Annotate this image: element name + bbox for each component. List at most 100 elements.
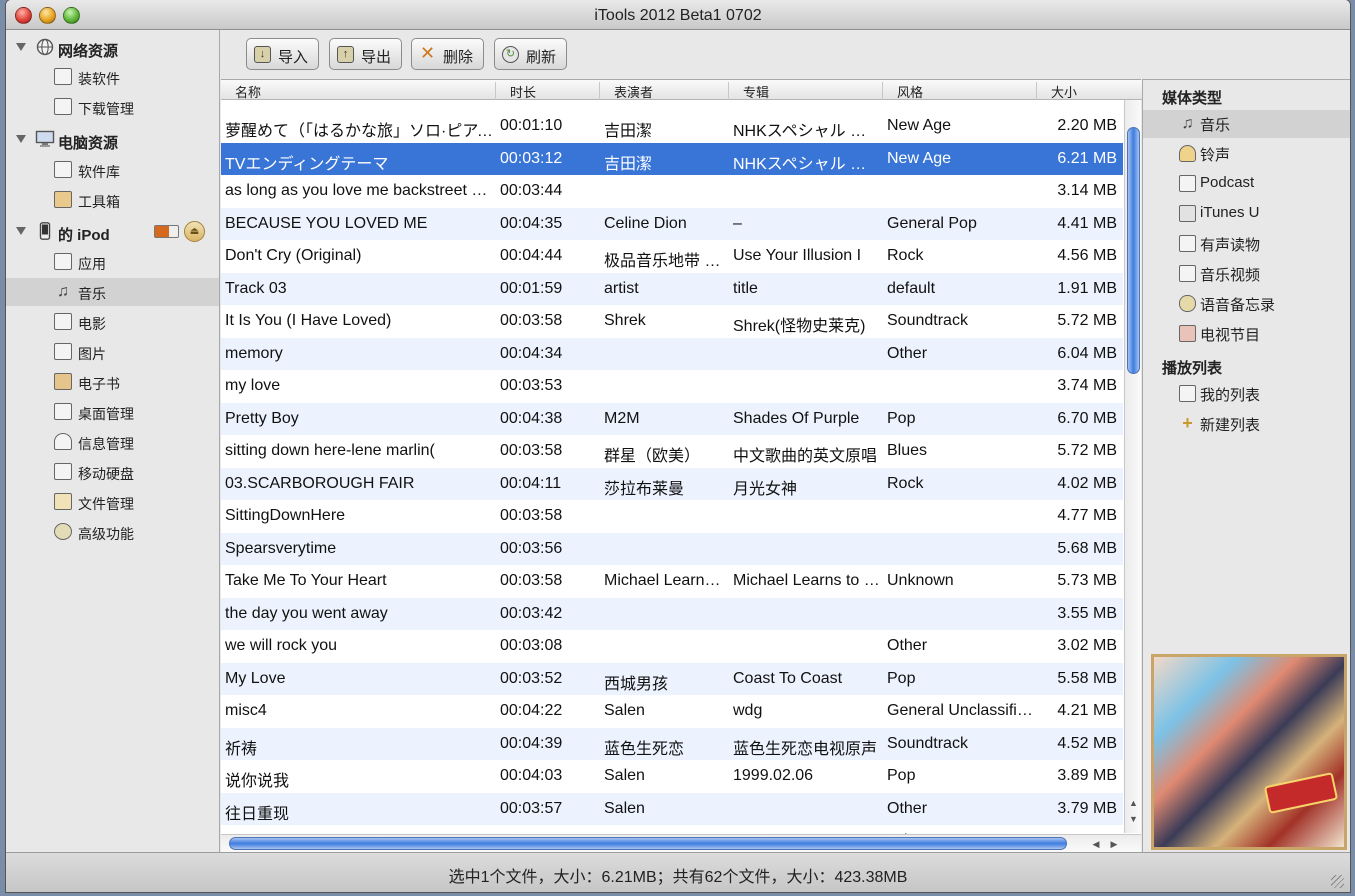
delete-button[interactable]: ✕ 删除 [411, 38, 484, 70]
media-type-voice-memos[interactable]: 语音备忘录 [1143, 290, 1350, 318]
table-row[interactable]: we will rock you 00:03:08 Other 3.02 MB [221, 630, 1123, 663]
table-row[interactable]: Pretty Boy 00:04:38 M2M Shades Of Purple Pop… [221, 402, 1123, 435]
media-type-audiobooks[interactable]: 有声读物 [1143, 230, 1350, 258]
scroll-right-arrow-icon[interactable]: ▶ [1107, 837, 1121, 851]
cell-duration: 00:01:10 [500, 117, 563, 134]
playlist-my-list[interactable]: 我的列表 [1143, 380, 1350, 408]
table-row[interactable]: 往日重现 00:03:57 Salen Other 3.79 MB [221, 792, 1123, 825]
scroll-left-arrow-icon[interactable]: ◀ [1089, 837, 1103, 851]
cell-album: – [733, 214, 742, 232]
media-type-podcast[interactable]: Podcast [1143, 170, 1350, 198]
disclosure-triangle-icon[interactable] [16, 227, 26, 235]
sidebar-item-download-manager[interactable]: 下载管理 [6, 93, 219, 121]
column-header-artist[interactable]: 表演者 [600, 82, 729, 100]
table-row[interactable]: BECAUSE YOU LOVED ME 00:04:35 Celine Dion –… [221, 207, 1123, 240]
disclosure-triangle-icon[interactable] [16, 43, 26, 51]
cell-size: 5.72 MB [1057, 442, 1117, 459]
column-header-duration[interactable]: 时长 [496, 82, 600, 100]
eject-icon[interactable]: ⏏ [184, 221, 205, 242]
cell-genre: New Age [887, 117, 952, 134]
table-row[interactable]: my love 00:03:53 3.74 MB [221, 370, 1123, 403]
export-button[interactable]: ↑ 导出 [329, 38, 402, 70]
cell-genre: Pop [887, 767, 916, 784]
import-button[interactable]: ↓ 导入 [246, 38, 319, 70]
cell-album: NHKスペシャル 大黄河 [733, 123, 881, 140]
table-row[interactable]: Don't Cry (Original) 00:04:44 极品音乐地带 枪炮与玫瑰… [221, 240, 1123, 273]
playlist-new-list[interactable]: + 新建列表 [1143, 410, 1350, 438]
table-row[interactable]: 03.SCARBOROUGH FAIR 00:04:11 莎拉布莱曼 月光女神 Rock… [221, 467, 1123, 500]
cell-duration: 00:03:53 [500, 377, 563, 394]
vertical-scroll-thumb[interactable] [1127, 127, 1140, 374]
table-row[interactable]: SittingDownHere 00:03:58 4.77 MB [221, 500, 1123, 533]
cell-artist: Celine Dion [604, 214, 687, 232]
scroll-down-arrow-icon[interactable]: ▼ [1127, 812, 1140, 826]
sidebar-item-music[interactable]: ♫ 音乐 [6, 278, 219, 306]
cell-size: 4.77 MB [1057, 507, 1117, 524]
cell-name: Pretty Boy [225, 409, 299, 427]
column-header-album[interactable]: 专辑 [729, 82, 883, 100]
window-title: iTools 2012 Beta1 0702 [594, 7, 762, 24]
cell-artist: 吉田潔 [604, 123, 653, 140]
table-row[interactable]: memory 00:04:34 Other 6.04 MB [221, 337, 1123, 370]
cell-genre: Pop [887, 669, 916, 687]
column-header-name[interactable]: 名称 [221, 82, 496, 100]
horizontal-scroll-thumb[interactable] [229, 837, 1067, 850]
sidebar-item-label: 图片 [78, 346, 106, 362]
sidebar-item-movies[interactable]: 电影 [6, 308, 219, 336]
table-row[interactable]: TVエンディングテーマ 00:03:12 吉田潔 NHKスペシャル 大黄河 New Ag… [221, 142, 1123, 175]
scroll-up-arrow-icon[interactable]: ▲ [1127, 796, 1140, 810]
sidebar-item-photos[interactable]: 图片 [6, 338, 219, 366]
table-row[interactable]: as long as you love me backstreet boys 00… [221, 175, 1123, 208]
refresh-button[interactable]: ↻ 刷新 [494, 38, 567, 70]
media-type-music[interactable]: ♫ 音乐 [1143, 110, 1350, 138]
cell-name: My Love [225, 669, 286, 687]
cell-size: 6.70 MB [1057, 409, 1117, 427]
sidebar-item-toolbox[interactable]: 工具箱 [6, 186, 219, 214]
table-row[interactable]: 萝醒めて（「はるかな旅」ソロ·ピアノ) 00:01:10 吉田潔 NHKスペシャル 大… [221, 110, 1123, 143]
playlist-heading: 播放列表 [1162, 360, 1223, 377]
battery-icon [154, 225, 179, 238]
sidebar-group-device[interactable]: 的 iPod ⏏ [6, 219, 220, 245]
table-row[interactable]: 说你说我 00:04:03 Salen 1999.02.06 Pop 3.89 MB [221, 760, 1123, 793]
table-row[interactable]: My Love 00:03:52 西城男孩 Coast To Coast Pop 5.58… [221, 662, 1123, 695]
cell-album: 蓝色生死恋电视原声 [733, 740, 878, 758]
table-row[interactable]: Take Me To Your Heart 00:03:58 Michael Lea… [221, 565, 1123, 598]
table-row[interactable]: 祈祷 00:04:39 蓝色生死恋 蓝色生死恋电视原声 Soundtrack 4.52 M… [221, 727, 1123, 760]
table-row[interactable]: Track 03 00:01:59 artist title default 1.91 M… [221, 272, 1123, 305]
column-header-size[interactable]: 大小 [1037, 82, 1143, 100]
sidebar-item-mobile-disk[interactable]: 移动硬盘 [6, 458, 219, 486]
sidebar-item-ebooks[interactable]: 电子书 [6, 368, 219, 396]
media-type-itunes-u[interactable]: iTunes U [1143, 200, 1350, 228]
cell-name: BECAUSE YOU LOVED ME [225, 214, 428, 232]
cell-artist: 极品音乐地带 枪炮与玫瑰 [604, 253, 726, 270]
column-header-genre[interactable]: 风格 [883, 82, 1037, 100]
sidebar-group-network[interactable]: 网络资源 [6, 35, 220, 61]
table-row[interactable]: Spearsverytime 00:03:56 5.68 MB [221, 532, 1123, 565]
disclosure-triangle-icon[interactable] [16, 135, 26, 143]
table-row[interactable]: the day you went away 00:03:42 3.55 MB [221, 597, 1123, 630]
sidebar-item-desktop-manager[interactable]: 桌面管理 [6, 398, 219, 426]
sidebar-group-computer[interactable]: 电脑资源 [6, 127, 220, 153]
cell-album: title [733, 279, 758, 297]
sidebar-item-install-software[interactable]: 装软件 [6, 63, 219, 91]
sidebar-item-advanced[interactable]: 高级功能 [6, 518, 219, 546]
table-row[interactable]: sitting down here-lene marlin(00:03:58 群星… [221, 435, 1123, 468]
media-type-label: 电视节目 [1200, 327, 1261, 344]
cell-duration: 00:04:39 [500, 734, 563, 752]
sidebar-item-label: 电子书 [78, 376, 120, 392]
cell-artist: Shrek [604, 312, 646, 329]
media-type-tv-shows[interactable]: 电视节目 [1143, 320, 1350, 348]
sidebar-item-info-manager[interactable]: 信息管理 [6, 428, 219, 456]
album-artwork [1151, 654, 1347, 850]
horizontal-scrollbar[interactable]: ◀ ▶ [221, 834, 1141, 852]
media-type-music-videos[interactable]: 音乐视频 [1143, 260, 1350, 288]
table-row[interactable]: It Is You (I Have Loved) 00:03:58 Shrek Shr… [221, 305, 1123, 338]
table-row[interactable]: misc4 00:04:22 Salen wdg General Unclassifia… [221, 695, 1123, 728]
resize-grip-icon[interactable] [1331, 875, 1344, 888]
sidebar-item-software-library[interactable]: 软件库 [6, 156, 219, 184]
sidebar-item-file-manager[interactable]: 文件管理 [6, 488, 219, 516]
media-type-ringtones[interactable]: 铃声 [1143, 140, 1350, 168]
sidebar-item-apps[interactable]: 应用 [6, 248, 219, 276]
ipod-icon [39, 222, 51, 240]
vertical-scrollbar[interactable]: ▲ ▼ [1124, 100, 1141, 833]
